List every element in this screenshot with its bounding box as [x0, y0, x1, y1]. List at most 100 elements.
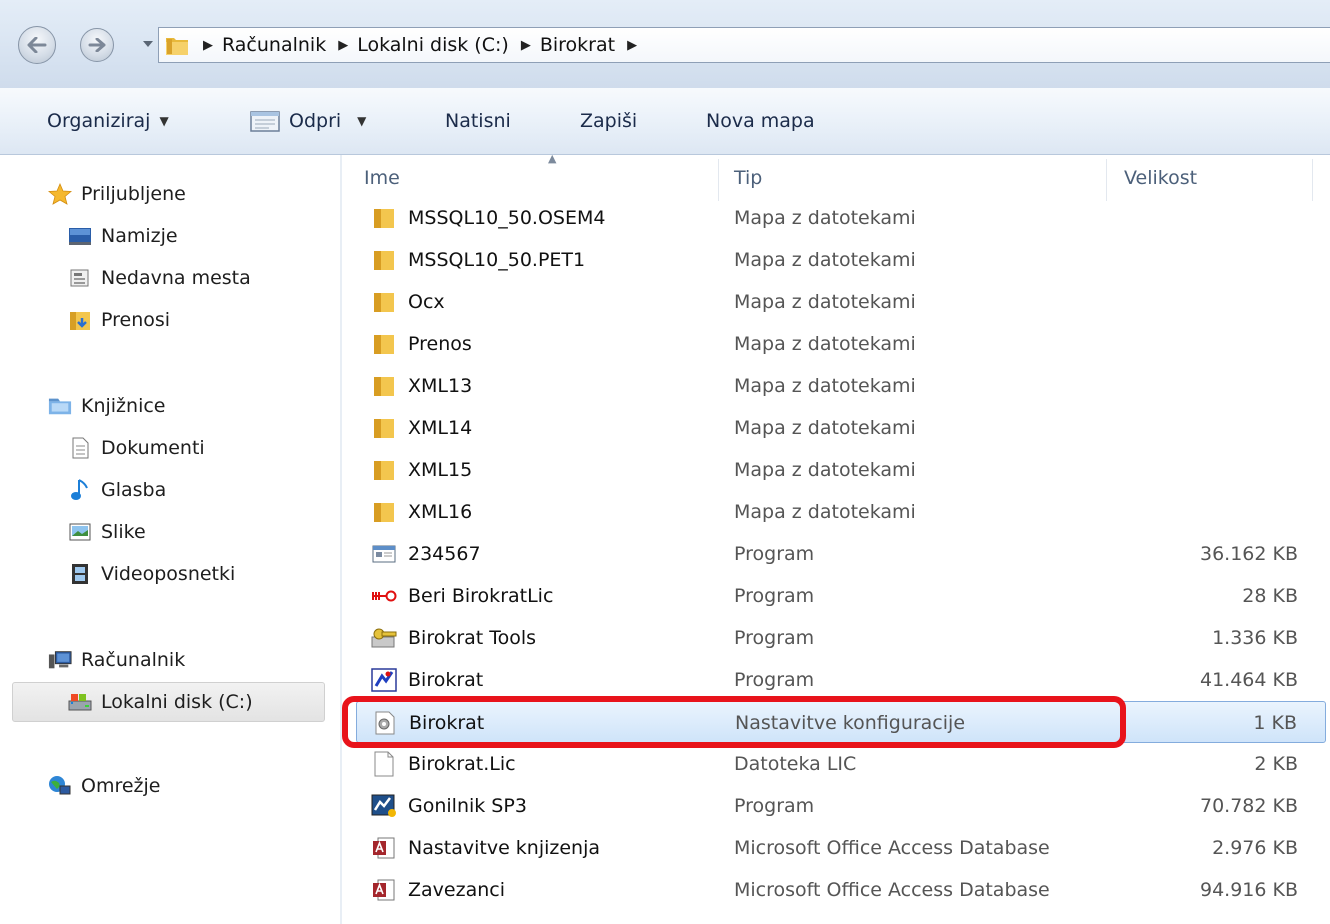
file-name: MSSQL10_50.OSEM4 [408, 207, 606, 229]
folder-icon [166, 38, 188, 55]
file-list: ▲ Ime Tip Velikost MSSQL10_50.OSEM4 Mapa… [342, 152, 1330, 924]
nav-favorites-label: Priljubljene [81, 183, 186, 205]
nav-videos-label: Videoposnetki [101, 563, 236, 585]
file-name: XML13 [408, 375, 473, 397]
file-row[interactable]: Birokrat Program 41.464 KB [356, 659, 1326, 701]
burn-label: Zapiši [580, 110, 638, 132]
file-type: Datoteka LIC [734, 753, 857, 775]
file-name: Birokrat [408, 669, 484, 691]
chevron-down-icon: ▼ [159, 114, 169, 128]
file-row[interactable]: XML16 Mapa z datotekami [356, 491, 1326, 533]
file-row[interactable]: Beri BirokratLic Program 28 KB [356, 575, 1326, 617]
breadcrumb-birokrat[interactable]: Birokrat [540, 34, 615, 56]
column-divider[interactable] [718, 159, 719, 201]
file-row[interactable]: 234567 Program 36.162 KB [356, 533, 1326, 575]
breadcrumb-separator[interactable]: ▶ [338, 38, 348, 53]
file-name: XML15 [408, 459, 473, 481]
column-header-type-label: Tip [734, 167, 763, 189]
nav-pictures[interactable]: Slike [68, 513, 146, 551]
file-type: Mapa z datotekami [734, 333, 916, 355]
burn-button[interactable]: Zapiši [580, 88, 637, 154]
nav-music-label: Glasba [101, 479, 167, 501]
folder-icon [370, 414, 398, 442]
file-size: 94.916 KB [1199, 879, 1298, 901]
file-name: XML14 [408, 417, 473, 439]
print-button[interactable]: Natisni [445, 88, 511, 154]
column-header-type[interactable]: Tip [734, 155, 1104, 201]
nav-desktop[interactable]: Namizje [68, 217, 178, 255]
navigation-pane: Priljubljene Namizje Nedavna mesta Preno… [0, 155, 340, 924]
nav-network-label: Omrežje [81, 775, 161, 797]
organize-button[interactable]: Organiziraj ▼ [47, 88, 169, 154]
folder-icon [370, 288, 398, 316]
column-header-size[interactable]: Velikost [1124, 155, 1304, 201]
driver-app-icon [370, 792, 398, 820]
breadcrumb-computer[interactable]: Računalnik [222, 34, 326, 56]
nav-computer[interactable]: Računalnik [48, 641, 185, 679]
blank-file-icon [370, 750, 398, 778]
file-type: Mapa z datotekami [734, 291, 916, 313]
notepad-icon [250, 111, 280, 132]
access-db-icon [370, 834, 398, 862]
nav-network[interactable]: Omrežje [48, 767, 161, 805]
nav-computer-label: Računalnik [81, 649, 186, 671]
file-row[interactable]: XML13 Mapa z datotekami [356, 365, 1326, 407]
column-header-size-label: Velikost [1124, 167, 1198, 189]
open-label: Odpri [289, 110, 342, 132]
recent-pages-dropdown[interactable] [140, 34, 156, 54]
file-row[interactable]: MSSQL10_50.OSEM4 Mapa z datotekami [356, 197, 1326, 239]
file-size: 1.336 KB [1212, 627, 1298, 649]
annotation-highlight-box [342, 696, 1126, 748]
file-type: Mapa z datotekami [734, 501, 916, 523]
desktop-icon [68, 225, 92, 247]
file-type: Program [734, 627, 815, 649]
nav-recent-places[interactable]: Nedavna mesta [68, 259, 251, 297]
nav-documents[interactable]: Dokumenti [68, 429, 205, 467]
organize-label: Organiziraj [47, 110, 151, 132]
key-reader-icon [370, 582, 398, 610]
file-type: Program [734, 543, 815, 565]
forward-button[interactable] [80, 28, 114, 62]
file-type: Program [734, 585, 815, 607]
file-size: 1 KB [1253, 712, 1297, 734]
column-header-name[interactable]: ▲ Ime [364, 152, 720, 201]
column-divider[interactable] [1312, 159, 1313, 201]
nav-videos[interactable]: Videoposnetki [68, 555, 235, 593]
file-row[interactable]: XML15 Mapa z datotekami [356, 449, 1326, 491]
file-row[interactable]: Nastavitve knjizenja Microsoft Office Ac… [356, 827, 1326, 869]
nav-downloads[interactable]: Prenosi [68, 301, 170, 339]
video-film-icon [68, 563, 92, 585]
file-row[interactable]: XML14 Mapa z datotekami [356, 407, 1326, 449]
breadcrumb-separator[interactable]: ▶ [203, 38, 213, 53]
file-size: 2.976 KB [1212, 837, 1298, 859]
sort-ascending-icon: ▲ [548, 152, 557, 165]
nav-libraries[interactable]: Knjižnice [48, 387, 166, 425]
file-row[interactable]: Birokrat Tools Program 1.336 KB [356, 617, 1326, 659]
arrow-right-icon [88, 38, 106, 52]
nav-music[interactable]: Glasba [68, 471, 166, 509]
breadcrumb-separator[interactable]: ▶ [521, 38, 531, 53]
file-row[interactable]: Gonilnik SP3 Program 70.782 KB [356, 785, 1326, 827]
nav-desktop-label: Namizje [101, 225, 178, 247]
file-name: Zavezanci [408, 879, 505, 901]
libraries-icon [48, 395, 72, 417]
file-name: Beri BirokratLic [408, 585, 554, 607]
address-bar[interactable]: ▶ Računalnik ▶ Lokalni disk (C:) ▶ Birok… [158, 27, 1330, 63]
file-row[interactable]: Ocx Mapa z datotekami [356, 281, 1326, 323]
file-row[interactable]: Zavezanci Microsoft Office Access Databa… [356, 869, 1326, 911]
open-button[interactable]: Odpri ▼ [249, 88, 366, 154]
tools-key-icon [370, 624, 398, 652]
new-folder-button[interactable]: Nova mapa [706, 88, 815, 154]
chevron-down-icon [143, 41, 153, 47]
nav-local-disk[interactable]: Lokalni disk (C:) [68, 683, 253, 721]
new-folder-label: Nova mapa [706, 110, 815, 132]
nav-downloads-label: Prenosi [101, 309, 171, 331]
breadcrumb-separator[interactable]: ▶ [627, 38, 637, 53]
back-button[interactable] [18, 26, 56, 64]
nav-favorites[interactable]: Priljubljene [48, 175, 186, 213]
breadcrumb-local-disk[interactable]: Lokalni disk (C:) [357, 34, 509, 56]
column-divider[interactable] [1106, 159, 1107, 201]
file-row[interactable]: Prenos Mapa z datotekami [356, 323, 1326, 365]
file-row[interactable]: Birokrat.Lic Datoteka LIC 2 KB [356, 743, 1326, 785]
file-row[interactable]: MSSQL10_50.PET1 Mapa z datotekami [356, 239, 1326, 281]
